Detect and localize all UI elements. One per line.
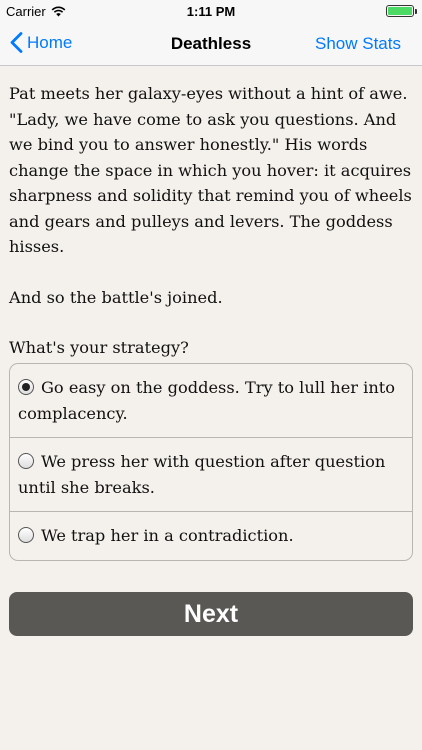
battery-icon — [386, 5, 417, 17]
story-paragraph: And so the battle's joined. — [9, 287, 223, 307]
chevron-left-icon — [10, 32, 23, 53]
navigation-bar: Home Deathless Show Stats — [0, 22, 422, 66]
next-button[interactable]: Next — [9, 592, 413, 636]
radio-button[interactable] — [18, 453, 34, 469]
story-text: Pat meets her galaxy-eyes without a hint… — [9, 81, 413, 386]
choice-option-2[interactable]: We trap her in a contradiction. — [10, 512, 412, 560]
radio-button[interactable] — [18, 379, 34, 395]
choice-list: Go easy on the goddess. Try to lull her … — [9, 363, 413, 561]
home-back-button[interactable]: Home — [10, 32, 72, 53]
story-paragraph: Pat meets her galaxy-eyes without a hint… — [9, 84, 412, 256]
home-back-label: Home — [27, 32, 73, 52]
choice-label: We press her with question after questio… — [18, 452, 386, 497]
choice-label: Go easy on the goddess. Try to lull her … — [18, 378, 396, 423]
choice-option-1[interactable]: We press her with question after questio… — [10, 438, 412, 512]
show-stats-button[interactable]: Show Stats — [315, 34, 401, 54]
choice-option-0[interactable]: Go easy on the goddess. Try to lull her … — [10, 364, 412, 438]
choice-label: We trap her in a contradiction. — [41, 526, 294, 545]
status-bar: Carrier 1:11 PM — [0, 0, 422, 22]
status-time: 1:11 PM — [186, 4, 236, 19]
radio-button[interactable] — [18, 527, 34, 543]
story-prompt: What's your strategy? — [9, 338, 189, 357]
